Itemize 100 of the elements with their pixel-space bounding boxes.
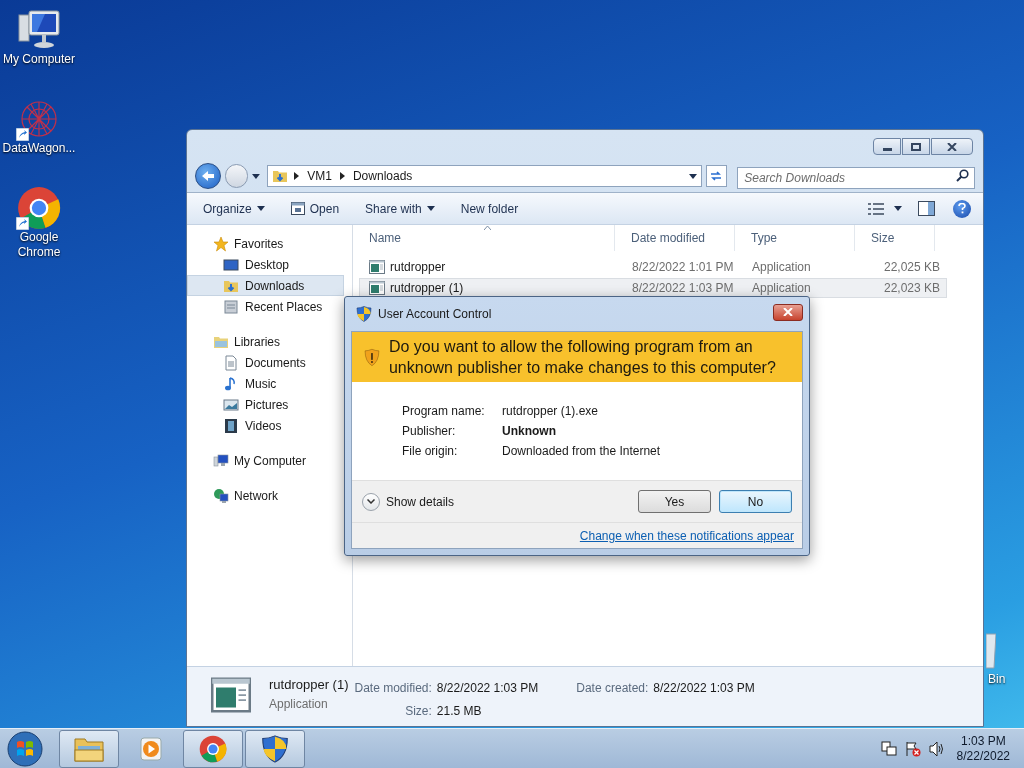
- refresh-button[interactable]: [705, 165, 728, 187]
- search-icon: [956, 169, 969, 182]
- column-header[interactable]: Type: [735, 225, 855, 251]
- help-icon: [958, 203, 966, 214]
- file-row[interactable]: rutdropper (1) 8/22/2022 1:03 PM Application 22,023 KB: [359, 278, 947, 298]
- shortcut-arrow-icon: [16, 128, 29, 141]
- property-label: File origin:: [402, 443, 459, 460]
- desktop-shortcut[interactable]: My Computer: [0, 8, 78, 67]
- speaker-icon: [928, 740, 945, 757]
- notification-settings-link[interactable]: Change when these notifications appear: [579, 526, 794, 545]
- download-folder-icon: [272, 168, 289, 184]
- taskbar-button[interactable]: [59, 729, 119, 768]
- nav-group[interactable]: Libraries: [187, 331, 352, 352]
- dialog-button[interactable]: Yes: [638, 490, 711, 513]
- nav-item[interactable]: Recent Places: [187, 296, 344, 317]
- security-shield-icon: [261, 734, 289, 763]
- minimize-icon: [882, 147, 892, 151]
- nav-group[interactable]: Favorites: [187, 233, 352, 254]
- computer-icon: [213, 452, 229, 469]
- nav-group[interactable]: Network: [187, 485, 352, 506]
- flag-error-icon: [904, 740, 921, 757]
- document-icon: [223, 354, 239, 371]
- nav-item[interactable]: Pictures: [187, 394, 344, 415]
- restore-button[interactable]: [902, 138, 930, 155]
- uac-question: Do you want to allow the following program from an unknown publisher to make changes to this computer?: [388, 337, 777, 378]
- shortcut-arrow-icon: [16, 217, 29, 230]
- type-cell-text: Application: [751, 259, 812, 276]
- taskbar-button[interactable]: [183, 729, 243, 768]
- dialog-button[interactable]: No: [719, 490, 792, 513]
- close-icon: [947, 142, 957, 151]
- details-file-type: Application: [269, 696, 329, 713]
- toolbar-button[interactable]: Share with: [357, 196, 443, 221]
- file-row[interactable]: rutdropper 8/22/2022 1:01 PM Application 22,025 KB: [359, 257, 947, 277]
- restore-icon: [911, 142, 921, 151]
- application-icon: [369, 281, 385, 295]
- nav-item[interactable]: Desktop: [187, 254, 344, 275]
- chevron-icon: [294, 172, 300, 180]
- desktop-icon-label: My Computer: [2, 52, 76, 67]
- file-name: rutdropper (1): [390, 280, 464, 297]
- column-header[interactable]: Name: [353, 225, 615, 251]
- back-arrow-icon: [200, 170, 215, 182]
- nav-item[interactable]: Videos: [187, 415, 344, 436]
- nav-item[interactable]: Documents: [187, 352, 344, 373]
- network-icon: [880, 740, 897, 757]
- property-value: Unknown: [502, 423, 557, 440]
- date-cell-text: 8/22/2022 1:03 PM: [631, 280, 735, 297]
- desktop-shortcut[interactable]: DataWagon...: [0, 97, 78, 156]
- desktop-icon: [223, 256, 239, 273]
- picture-icon: [223, 396, 239, 413]
- type-cell-text: Application: [751, 280, 812, 297]
- search-field[interactable]: Search Downloads: [737, 167, 975, 189]
- size-cell-text: 22,023 KB: [882, 280, 941, 297]
- size-cell-text: 22,025 KB: [882, 259, 941, 276]
- start-orb-icon: [7, 730, 43, 767]
- dialog-title: User Account Control: [378, 306, 493, 323]
- date-cell-text: 8/22/2022 1:01 PM: [631, 259, 735, 276]
- property-label: Program name:: [402, 403, 486, 420]
- breadcrumb-item[interactable]: VM1: [305, 167, 334, 185]
- taskbar-button[interactable]: [245, 729, 305, 768]
- address-bar[interactable]: VM1 Downloads: [267, 165, 702, 187]
- details-value: 8/22/2022 1:03 PM: [653, 680, 755, 697]
- property-label: Publisher:: [402, 423, 457, 440]
- details-value: 8/22/2022 1:03 PM: [436, 680, 539, 697]
- desktop-icon-label: Google Chrome: [16, 230, 62, 260]
- nav-item[interactable]: Music: [187, 373, 344, 394]
- desktop-shortcut[interactable]: Google Chrome: [0, 186, 78, 260]
- details-label: Size:: [404, 703, 432, 720]
- details-file-name: rutdropper (1): [269, 677, 349, 693]
- help-button[interactable]: [953, 199, 971, 218]
- column-header[interactable]: Date modified: [615, 225, 735, 251]
- file-name: rutdropper: [390, 259, 446, 276]
- desktop-icon-label: Bin: [988, 671, 1006, 688]
- star-icon: [213, 235, 229, 252]
- toolbar-button[interactable]: Open: [282, 196, 348, 221]
- caret-icon: [426, 206, 435, 211]
- toolbar-button[interactable]: New folder: [452, 196, 527, 221]
- close-button[interactable]: [773, 303, 803, 321]
- column-header[interactable]: Size: [855, 225, 935, 251]
- nav-item[interactable]: Downloads: [187, 275, 344, 296]
- toolbar-button[interactable]: Organize: [195, 196, 273, 221]
- property-value: rutdropper (1).exe: [502, 403, 600, 420]
- recent-places-icon: [223, 298, 239, 315]
- window-icon: [290, 202, 305, 215]
- chrome-icon: [199, 734, 227, 763]
- desktop-icon-label: DataWagon...: [1, 141, 77, 156]
- details-value: 21.5 MB: [436, 703, 483, 720]
- folder-icon: [74, 735, 104, 762]
- close-icon: [783, 308, 793, 316]
- clock[interactable]: 1:03 PM 8/22/2022: [956, 733, 1010, 764]
- details-label: Date modified:: [354, 680, 432, 697]
- minimize-button[interactable]: [873, 138, 901, 155]
- expand-chevron-icon: [362, 492, 380, 511]
- close-button[interactable]: [931, 138, 973, 155]
- back-button[interactable]: [195, 163, 221, 189]
- chrome-icon: [17, 186, 61, 230]
- application-preview-icon: [211, 677, 251, 713]
- list-view-icon: [868, 202, 884, 215]
- breadcrumb-item[interactable]: Downloads: [350, 167, 415, 185]
- show-details-toggle[interactable]: Show details: [362, 492, 455, 511]
- nav-group[interactable]: My Computer: [187, 450, 352, 471]
